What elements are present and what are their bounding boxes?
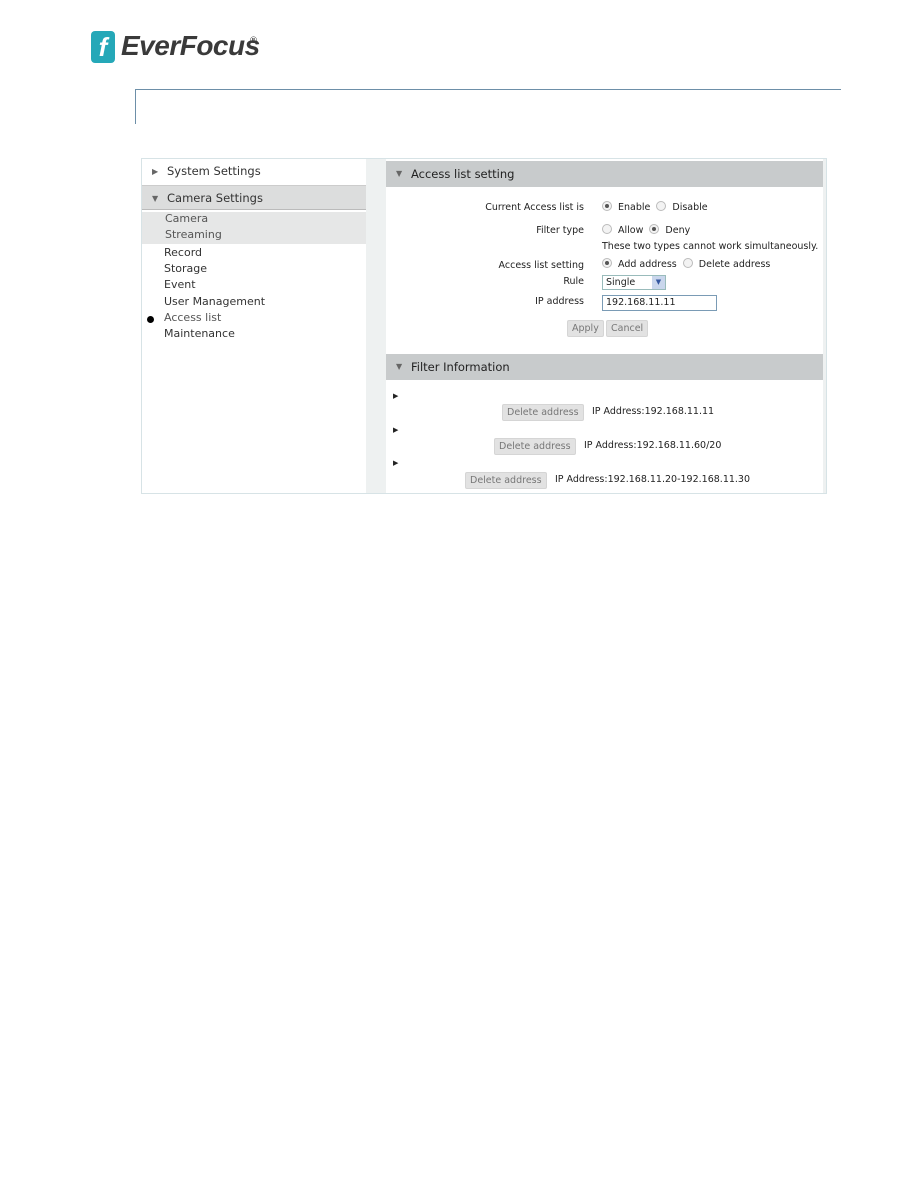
filter-entry: IP Address:192.168.11.20-192.168.11.30 xyxy=(555,474,751,485)
delete-address-button[interactable]: Delete address xyxy=(502,404,584,421)
sidebar-section-system-settings[interactable]: ▶ System Settings xyxy=(142,159,366,184)
caret-down-icon: ▼ xyxy=(396,169,403,178)
filter-note: These two types cannot work simultaneous… xyxy=(602,241,819,252)
active-bullet-icon xyxy=(147,316,154,323)
logo-icon: f xyxy=(91,31,115,63)
main-panel: ▼ Access list setting Current Access list… xyxy=(386,159,823,493)
delete-address-button[interactable]: Delete address xyxy=(494,438,576,455)
sidebar-section-camera-settings[interactable]: ▼ Camera Settings xyxy=(142,185,366,210)
sidebar-item-camera[interactable]: Camera xyxy=(165,212,208,225)
ip-address-label: IP address xyxy=(535,296,584,307)
section-label: System Settings xyxy=(167,164,261,178)
rule-label: Rule xyxy=(563,276,584,287)
sidebar-item-maintenance[interactable]: Maintenance xyxy=(164,327,235,340)
sidebar-item-storage[interactable]: Storage xyxy=(164,262,207,275)
caret-right-icon[interactable]: ▶ xyxy=(393,392,398,400)
caret-down-icon: ▼ xyxy=(396,362,403,371)
deny-radio[interactable] xyxy=(649,224,660,234)
logo-text: EverFocus xyxy=(121,30,260,61)
divider xyxy=(135,89,136,124)
registered-mark: ® xyxy=(249,36,258,46)
chevron-down-icon: ▼ xyxy=(652,276,665,289)
sidebar-item-user-management[interactable]: User Management xyxy=(164,295,265,308)
sidebar-item-event[interactable]: Event xyxy=(164,278,196,291)
sidebar-item-access-list[interactable]: Access list xyxy=(164,311,221,324)
deny-label: Deny xyxy=(665,225,691,236)
access-setting-label: Access list setting xyxy=(498,260,584,271)
delete-address-radio[interactable] xyxy=(682,258,693,268)
allow-label: Allow xyxy=(618,225,644,236)
enable-label: Enable xyxy=(618,202,651,213)
section-label: Camera Settings xyxy=(167,191,263,205)
access-list-header[interactable]: ▼ Access list setting xyxy=(386,161,823,187)
caret-down-icon: ▼ xyxy=(152,194,159,203)
section-title: Filter Information xyxy=(411,360,510,374)
caret-right-icon[interactable]: ▶ xyxy=(393,459,398,467)
delete-address-label: Delete address xyxy=(698,259,771,270)
sidebar-item-streaming[interactable]: Streaming xyxy=(165,228,222,241)
sidebar: ▶ System Settings ▼ Camera Settings Camera… xyxy=(142,159,366,493)
filter-entry: IP Address:192.168.11.60/20 xyxy=(584,440,722,451)
rule-select[interactable]: Single ▼ xyxy=(602,275,666,290)
filter-entry: IP Address:192.168.11.11 xyxy=(592,406,715,417)
disable-radio[interactable] xyxy=(656,201,667,211)
enable-radio[interactable] xyxy=(602,201,612,211)
caret-right-icon: ▶ xyxy=(152,167,159,176)
ip-address-input[interactable]: 192.168.11.11 xyxy=(602,295,717,311)
disable-label: Disable xyxy=(672,202,708,213)
delete-address-button[interactable]: Delete address xyxy=(465,472,547,489)
current-access-label: Current Access list is xyxy=(485,202,584,213)
apply-button[interactable]: Apply xyxy=(567,320,604,337)
sidebar-item-record[interactable]: Record xyxy=(164,246,202,259)
filter-type-label: Filter type xyxy=(536,225,584,236)
add-address-label: Add address xyxy=(618,259,677,270)
caret-right-icon[interactable]: ▶ xyxy=(393,426,398,434)
rule-value: Single xyxy=(606,277,636,288)
divider xyxy=(135,89,841,90)
cancel-button[interactable]: Cancel xyxy=(606,320,649,337)
section-title: Access list setting xyxy=(411,167,515,181)
add-address-radio[interactable] xyxy=(602,258,612,268)
filter-information-header[interactable]: ▼ Filter Information xyxy=(386,354,823,380)
allow-radio[interactable] xyxy=(602,224,612,234)
